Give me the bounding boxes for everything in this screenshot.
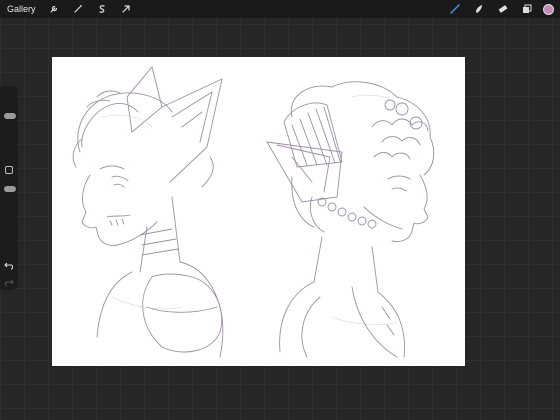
gallery-button[interactable]: Gallery bbox=[7, 4, 36, 14]
side-toolbar bbox=[0, 86, 18, 290]
right-shoulder bbox=[279, 281, 315, 353]
color-picker-swatch[interactable] bbox=[543, 3, 554, 15]
modify-button[interactable] bbox=[5, 166, 13, 174]
left-shoulder bbox=[96, 271, 133, 338]
redo-icon[interactable] bbox=[3, 278, 15, 288]
opacity-slider[interactable] bbox=[4, 186, 16, 192]
drawing-canvas[interactable] bbox=[52, 57, 465, 366]
right-tool-group bbox=[447, 0, 554, 18]
sketch-artwork bbox=[72, 66, 435, 358]
wrench-icon[interactable] bbox=[46, 1, 62, 17]
brush-icon[interactable] bbox=[447, 1, 463, 17]
left-hair-outline bbox=[77, 92, 173, 153]
magic-wand-icon[interactable] bbox=[70, 1, 86, 17]
transform-arrow-icon[interactable] bbox=[118, 1, 134, 17]
right-face-profile bbox=[391, 174, 429, 242]
brush-size-slider[interactable] bbox=[4, 113, 16, 119]
undo-icon[interactable] bbox=[3, 261, 15, 271]
left-neck bbox=[139, 196, 181, 273]
smudge-icon[interactable] bbox=[471, 1, 487, 17]
right-neck bbox=[313, 236, 379, 293]
eraser-icon[interactable] bbox=[495, 1, 511, 17]
layers-icon[interactable] bbox=[519, 1, 535, 17]
right-hair-outline bbox=[290, 81, 431, 138]
top-toolbar: Gallery bbox=[0, 0, 560, 18]
selection-icon[interactable] bbox=[94, 1, 110, 17]
